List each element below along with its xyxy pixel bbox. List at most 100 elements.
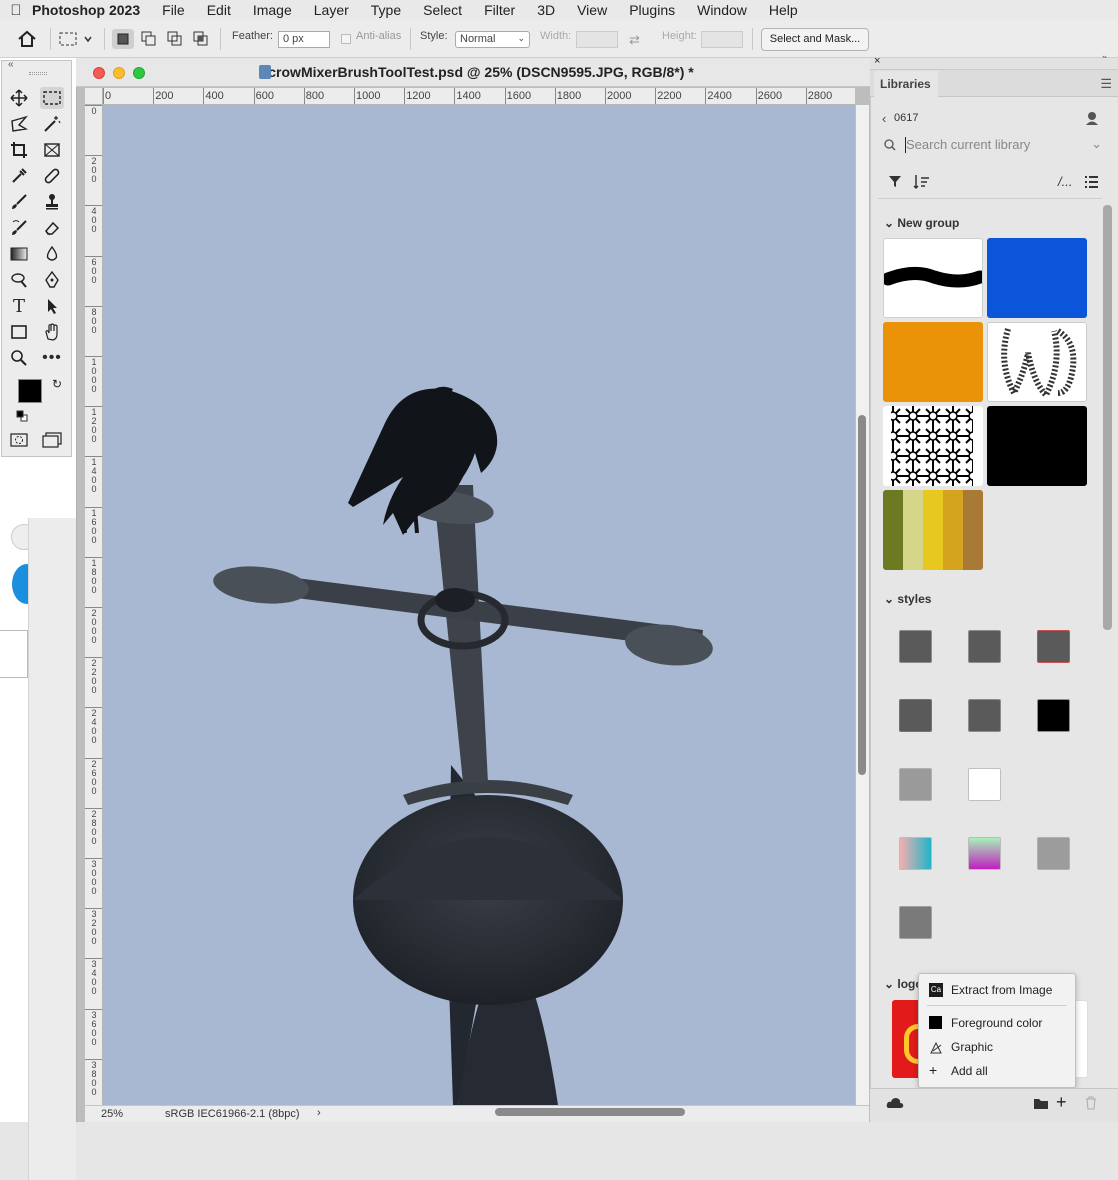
style-asset[interactable] — [899, 906, 932, 939]
horizontal-ruler[interactable]: 0 200 400 600 800 1000 1200 1400 1600 1800 2000 220… — [103, 88, 855, 105]
crop-tool-icon[interactable] — [7, 139, 31, 161]
filter-icon[interactable] — [888, 174, 902, 191]
app-menu[interactable]: Photoshop 2023 — [32, 2, 140, 18]
blur-tool-icon[interactable] — [40, 243, 64, 265]
style-asset[interactable] — [968, 768, 1001, 801]
menu-view[interactable]: View — [577, 2, 607, 18]
horizontal-scroll-thumb[interactable] — [495, 1108, 685, 1116]
style-asset[interactable] — [968, 837, 1001, 870]
color-theme-asset[interactable] — [883, 490, 983, 570]
brush-stroke-asset[interactable] — [883, 238, 983, 318]
zoom-level[interactable]: 25% — [101, 1108, 123, 1120]
close-window-button[interactable] — [93, 67, 105, 79]
menu-filter[interactable]: Filter — [484, 2, 515, 18]
trash-icon[interactable] — [1085, 1096, 1097, 1113]
foreground-color-item[interactable]: Foreground color — [919, 1012, 1075, 1034]
menu-type[interactable]: Type — [371, 2, 401, 18]
add-icon[interactable]: + — [1056, 1092, 1067, 1113]
gradient-tool-icon[interactable] — [7, 243, 31, 265]
type-tool-icon[interactable]: T — [7, 295, 31, 317]
style-select[interactable]: Normal ⌄ — [455, 31, 530, 48]
menu-edit[interactable]: Edit — [207, 2, 231, 18]
library-search[interactable]: Search current library ⌄ — [880, 136, 1108, 158]
eraser-tool-icon[interactable] — [40, 217, 64, 239]
more-tools-icon[interactable]: ••• — [40, 347, 64, 369]
height-input[interactable] — [701, 31, 743, 48]
chevron-right-icon[interactable]: › — [317, 1107, 321, 1119]
home-icon[interactable] — [17, 30, 37, 51]
maximize-window-button[interactable] — [133, 67, 145, 79]
list-view-icon[interactable] — [1084, 175, 1099, 192]
group-logo[interactable]: ⌄ logo — [884, 977, 923, 991]
dodge-tool-icon[interactable] — [7, 269, 31, 291]
quick-mask-icon[interactable] — [7, 429, 31, 451]
brush-tool-icon[interactable] — [7, 191, 31, 213]
pattern-graphic-asset[interactable] — [987, 322, 1087, 402]
move-tool-icon[interactable] — [7, 87, 31, 109]
default-colors-icon[interactable] — [16, 410, 28, 422]
group-new[interactable]: ⌄ New group — [884, 216, 959, 230]
menu-window[interactable]: Window — [697, 2, 747, 18]
style-asset[interactable] — [1037, 837, 1070, 870]
style-asset[interactable] — [899, 837, 932, 870]
healing-brush-tool-icon[interactable] — [40, 165, 64, 187]
rectangle-tool-icon[interactable] — [7, 321, 31, 343]
foreground-color-swatch[interactable] — [18, 379, 42, 403]
minimize-window-button[interactable] — [113, 67, 125, 79]
menu-select[interactable]: Select — [423, 2, 462, 18]
menu-layer[interactable]: Layer — [314, 2, 349, 18]
panel-menu-icon[interactable]: ☰ — [1100, 76, 1112, 92]
menu-plugins[interactable]: Plugins — [629, 2, 675, 18]
vertical-scroll-thumb[interactable] — [858, 415, 866, 775]
feather-input[interactable]: 0 px — [278, 31, 330, 48]
ruler-origin[interactable] — [85, 88, 103, 105]
image-canvas[interactable] — [103, 105, 855, 1105]
select-and-mask-button[interactable]: Select and Mask... — [761, 28, 869, 51]
collaborator-icon[interactable] — [1084, 110, 1100, 129]
pen-tool-icon[interactable] — [40, 269, 64, 291]
menu-3d[interactable]: 3D — [537, 2, 555, 18]
intersect-selection-icon[interactable] — [190, 29, 212, 52]
lace-pattern-asset[interactable] — [883, 406, 983, 486]
zoom-tool-icon[interactable] — [7, 347, 31, 369]
style-asset[interactable] — [1037, 699, 1070, 732]
path-selection-tool-icon[interactable] — [40, 295, 64, 317]
tab-libraries[interactable]: Libraries — [874, 71, 938, 97]
style-asset[interactable] — [899, 630, 932, 663]
clone-stamp-tool-icon[interactable] — [40, 191, 64, 213]
antialias-checkbox[interactable] — [341, 34, 351, 44]
close-panel-icon[interactable]: × — [874, 55, 880, 67]
eyedropper-tool-icon[interactable] — [7, 165, 31, 187]
library-name[interactable]: 0617 — [894, 112, 918, 124]
menu-help[interactable]: Help — [769, 2, 798, 18]
history-brush-tool-icon[interactable] — [7, 217, 31, 239]
new-selection-icon[interactable] — [112, 29, 134, 49]
screen-mode-icon[interactable] — [40, 429, 64, 451]
style-asset[interactable] — [899, 699, 932, 732]
group-styles[interactable]: ⌄ styles — [884, 592, 931, 606]
view-toggle-icon[interactable]: /... — [1058, 174, 1072, 189]
lasso-tool-icon[interactable] — [7, 113, 31, 135]
magic-wand-tool-icon[interactable] — [40, 113, 64, 135]
width-input[interactable] — [576, 31, 618, 48]
folder-icon[interactable] — [1033, 1096, 1049, 1113]
frame-tool-icon[interactable] — [40, 139, 64, 161]
collapse-tools-icon[interactable]: « — [8, 59, 14, 70]
add-selection-icon[interactable] — [138, 29, 160, 52]
chevron-down-icon[interactable]: ⌄ — [1091, 136, 1102, 152]
swap-colors-icon[interactable]: ↻ — [52, 377, 62, 391]
hand-tool-icon[interactable] — [40, 321, 64, 343]
menu-file[interactable]: File — [162, 2, 185, 18]
marquee-preset-icon[interactable] — [59, 31, 93, 50]
subtract-selection-icon[interactable] — [164, 29, 186, 52]
apple-icon[interactable]:  — [0, 2, 32, 19]
add-all-item[interactable]: + Add all — [919, 1060, 1075, 1082]
extract-from-image-item[interactable]: Ca Extract from Image — [919, 979, 1075, 1001]
creative-cloud-icon[interactable] — [886, 1097, 904, 1112]
blue-color-asset[interactable] — [987, 238, 1087, 318]
orange-color-asset[interactable] — [883, 322, 983, 402]
style-asset[interactable] — [899, 768, 932, 801]
vertical-ruler[interactable]: 0 200 400 600 800 1000 1200 1400 1600 1800 2000 220… — [85, 105, 103, 1105]
style-asset[interactable] — [1037, 630, 1070, 663]
panel-scrollbar[interactable] — [1103, 205, 1112, 630]
